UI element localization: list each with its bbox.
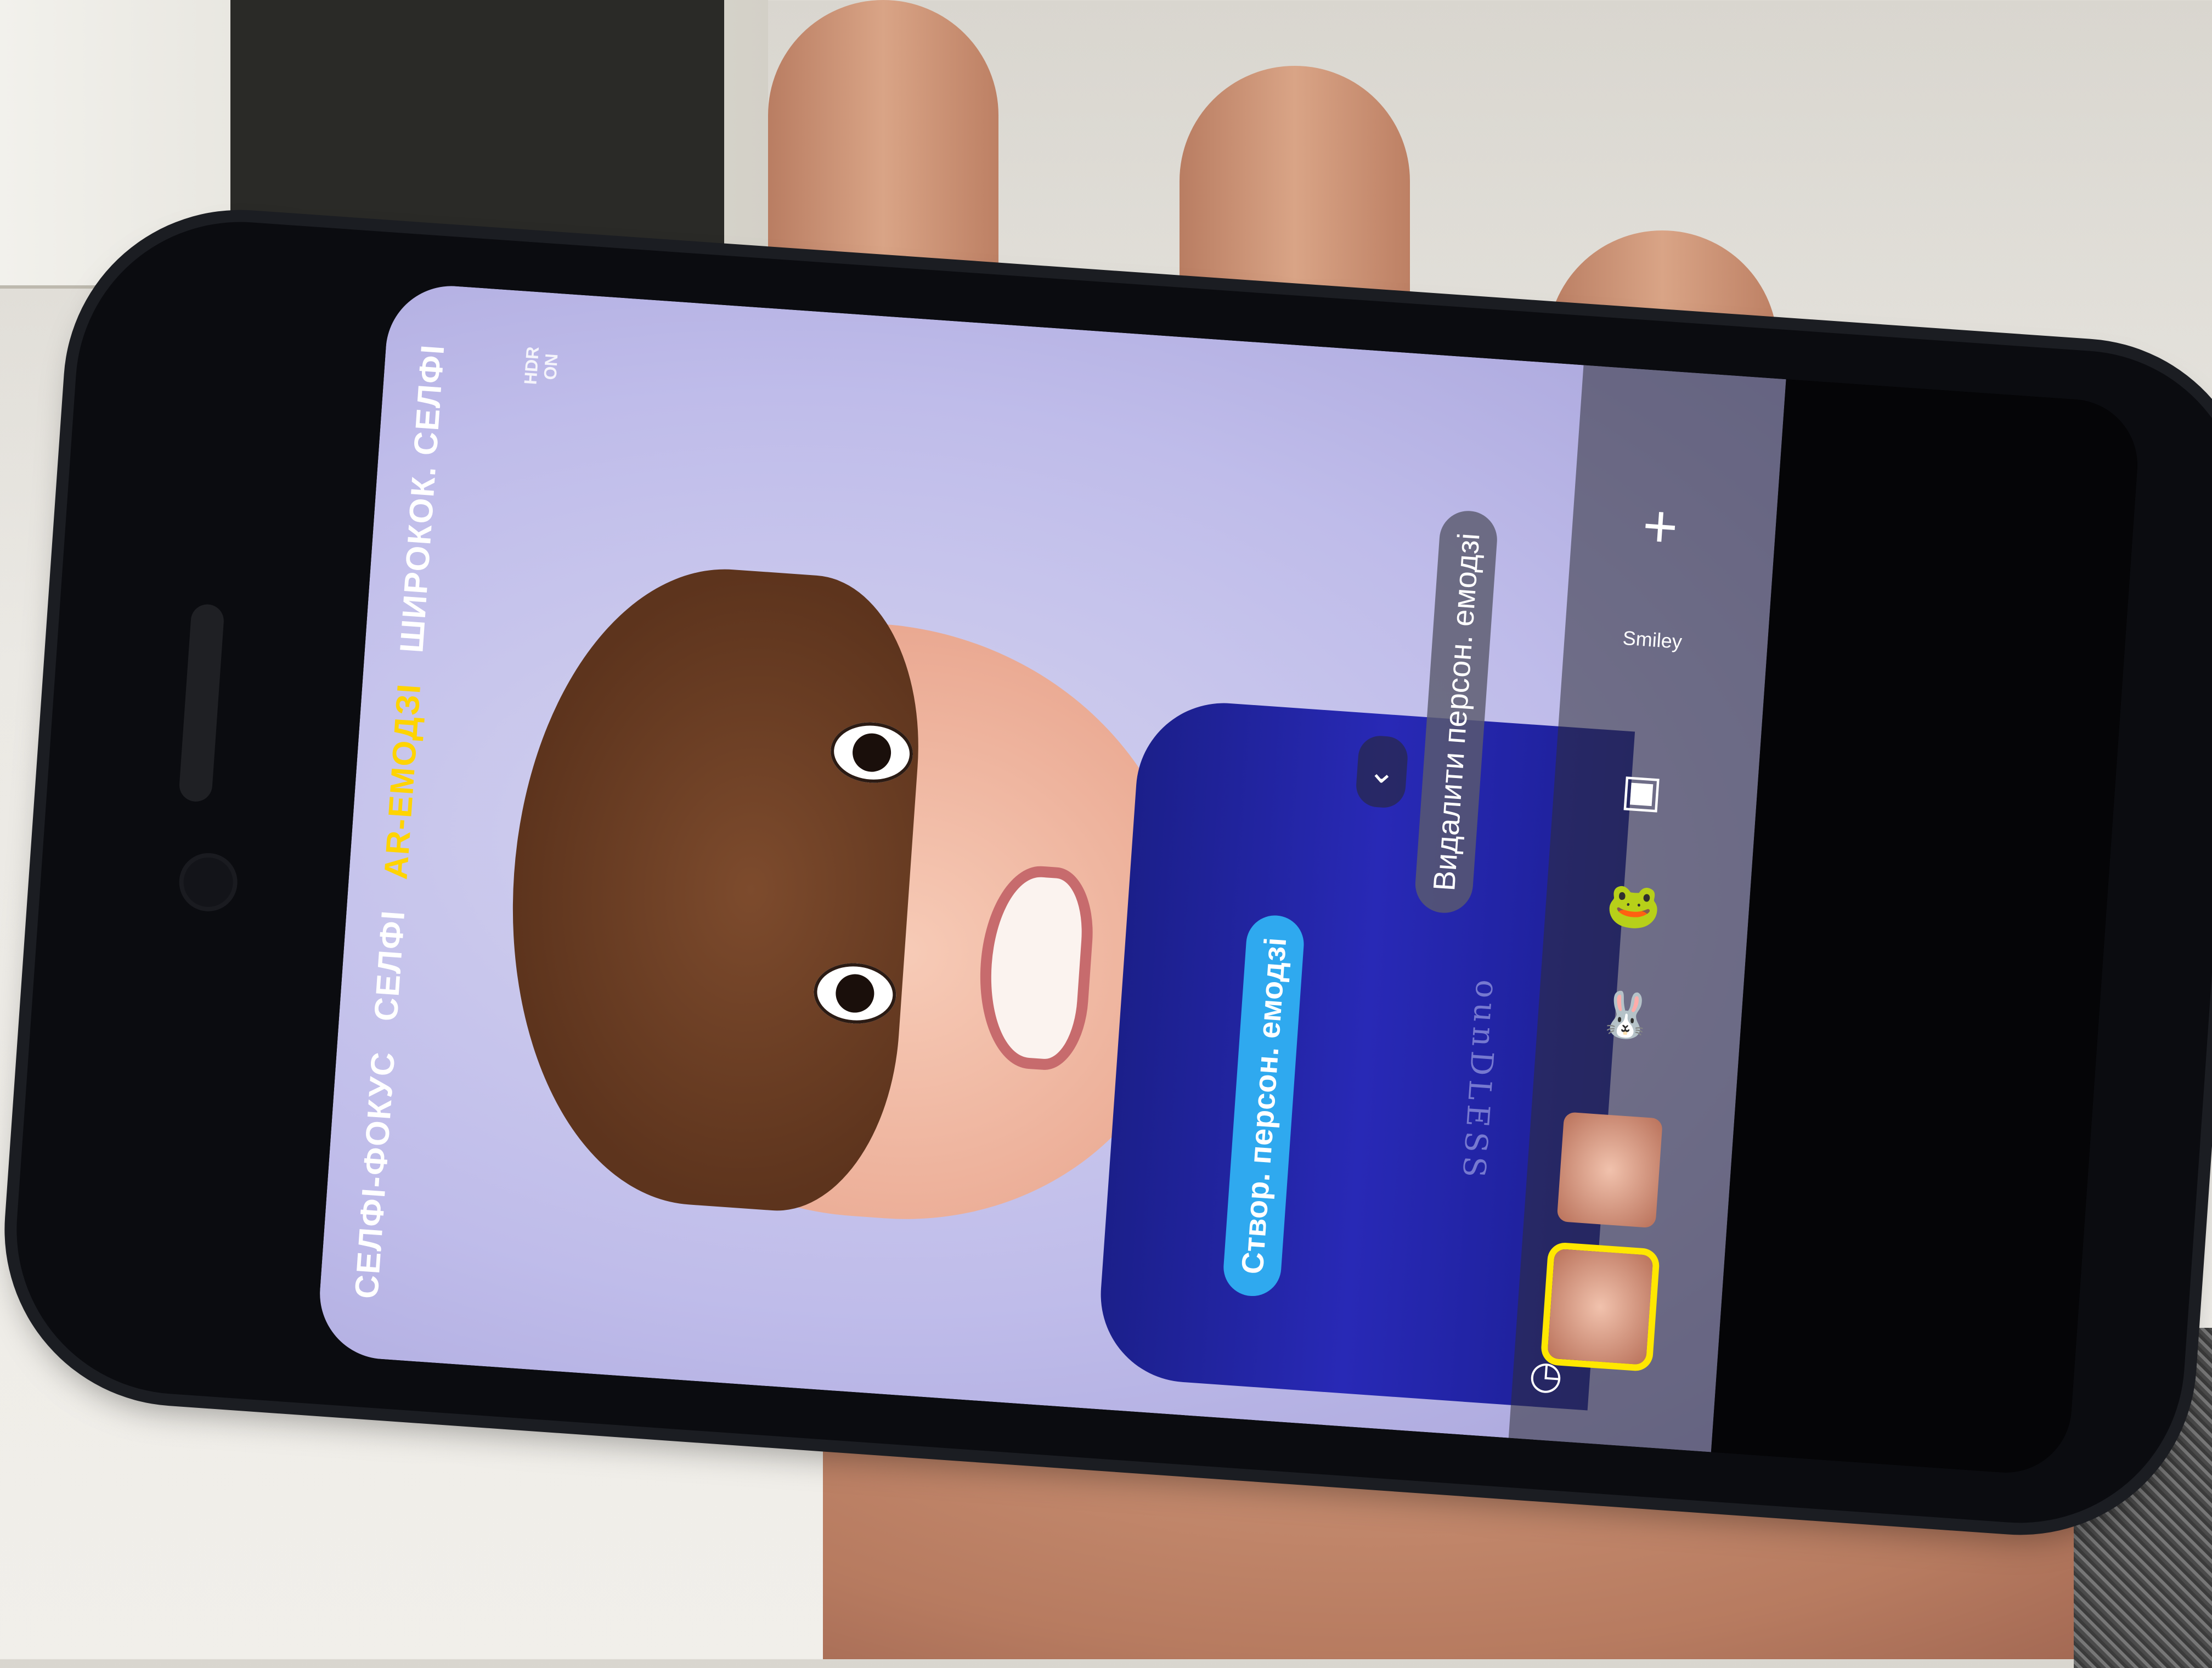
camera-control-bar: ⚙ ⟲ ← ▭ ⎍	[1711, 379, 2142, 1477]
screen: СЕЛФІ-ФОКУС СЕЛФІ AR-ЕМОДЗІ ШИРОКОК. СЕЛ…	[315, 281, 2142, 1477]
timer-icon[interactable]: ◷	[1500, 1350, 1591, 1401]
mode-selfie-focus[interactable]: СЕЛФІ-ФОКУС	[347, 1050, 402, 1300]
camera-viewfinder[interactable]: СЕЛФІ-ФОКУС СЕЛФІ AR-ЕМОДЗІ ШИРОКОК. СЕЛ…	[315, 281, 1786, 1452]
frog-sticker-icon[interactable]: 🐸	[1588, 877, 1679, 935]
emoji-thumb[interactable]	[1556, 1112, 1663, 1229]
hdr-state: ON	[540, 353, 562, 381]
mode-selfie[interactable]: СЕЛФІ	[366, 908, 412, 1022]
plus-icon[interactable]: +	[1614, 488, 1706, 564]
ar-emoji-avatar-hair	[492, 556, 930, 1219]
hdr-label: HDR	[520, 346, 543, 386]
smiley-sticker-icon[interactable]: Smiley	[1608, 626, 1697, 655]
mode-ar-emoji[interactable]: AR-ЕМОДЗІ	[376, 681, 428, 881]
hdr-indicator[interactable]: HDR ON	[520, 346, 562, 387]
chevron-down-icon[interactable]: ⌄	[1355, 734, 1409, 809]
emoji-thumb-selected[interactable]	[1547, 1248, 1654, 1365]
bunny-sticker-icon[interactable]: 🐰	[1581, 987, 1672, 1044]
picture-sticker-icon[interactable]: ▣	[1596, 762, 1688, 819]
mode-wide-selfie[interactable]: ШИРОКОК. СЕЛФІ	[392, 342, 452, 653]
phone: СЕЛФІ-ФОКУС СЕЛФІ AR-ЕМОДЗІ ШИРОКОК. СЕЛ…	[5, 211, 2212, 1534]
